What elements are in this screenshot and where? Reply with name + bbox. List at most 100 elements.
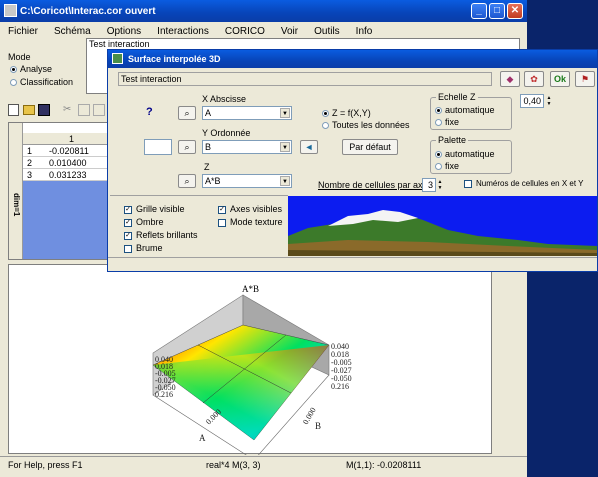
plot-area: A*B 0.040 0.018 -0.005 -0.027 -0.050 0.2… bbox=[8, 264, 492, 461]
col-header: 1 bbox=[69, 134, 75, 144]
radio-icon bbox=[10, 79, 17, 87]
echelle-spinner[interactable]: ▲ ▼ bbox=[545, 95, 553, 107]
menu-interactions[interactable]: Interactions bbox=[149, 26, 217, 37]
table-row[interactable]: 2 0.010400 bbox=[23, 157, 109, 169]
dialog-name-field[interactable]: Test interaction bbox=[118, 72, 492, 86]
x-select[interactable]: A ▼ bbox=[202, 106, 292, 120]
blank-field[interactable] bbox=[144, 139, 172, 155]
main-title: C:\Coricot\Interac.cor ouvert bbox=[20, 5, 156, 17]
check-icon: ✓ bbox=[124, 231, 132, 240]
menu-options[interactable]: Options bbox=[99, 26, 149, 37]
menu-info[interactable]: Info bbox=[348, 26, 381, 37]
y-label: Y Ordonnée bbox=[202, 128, 251, 138]
radio-icon bbox=[10, 66, 17, 74]
binoculars-icon[interactable]: ⌕ bbox=[178, 174, 196, 188]
minimize-button[interactable]: _ bbox=[471, 3, 487, 19]
copy-icon[interactable] bbox=[78, 104, 90, 116]
dim-label: dim=1 bbox=[12, 193, 21, 217]
ombre-checkbox[interactable]: ✓ Ombre bbox=[124, 217, 164, 227]
save-icon[interactable] bbox=[38, 104, 50, 116]
status-help: For Help, press F1 bbox=[8, 460, 83, 470]
table-row[interactable]: 3 0.031233 bbox=[23, 169, 109, 181]
ok-button[interactable]: Ok bbox=[550, 71, 570, 87]
z-mode-fxy[interactable]: Z = f(X,Y) bbox=[322, 108, 371, 118]
radio-icon bbox=[322, 110, 329, 118]
table-view: dim=1 1 1 -0.020811 2 0.010400 3 0.03123… bbox=[8, 122, 109, 260]
dialog-footer bbox=[108, 257, 597, 271]
check-icon: ✓ bbox=[124, 205, 132, 214]
menu-outils[interactable]: Outils bbox=[306, 26, 348, 37]
table-row[interactable]: 1 -0.020811 bbox=[23, 145, 109, 157]
check-icon: ✓ bbox=[124, 218, 132, 227]
y-select[interactable]: B ▼ bbox=[202, 140, 292, 154]
binoculars-icon[interactable]: ⌕ bbox=[178, 106, 196, 120]
menu-fichier[interactable]: Fichier bbox=[0, 26, 46, 37]
open-icon[interactable] bbox=[23, 105, 35, 115]
z-mode-all[interactable]: Toutes les données bbox=[322, 120, 410, 130]
binoculars-icon[interactable]: ⌕ bbox=[178, 140, 196, 154]
mode-panel: Mode Analyse Classification bbox=[4, 40, 86, 95]
eraser-icon[interactable]: ◆ bbox=[500, 71, 520, 87]
table-side-strip: dim=1 bbox=[9, 123, 23, 259]
close-button[interactable]: ✕ bbox=[507, 3, 523, 19]
echelle-group: Echelle Z automatique fixe bbox=[430, 92, 512, 130]
table-header: 1 bbox=[23, 133, 109, 145]
new-icon[interactable] bbox=[8, 104, 19, 116]
chevron-down-icon: ▼ bbox=[280, 142, 290, 152]
paste-icon[interactable] bbox=[93, 104, 105, 116]
z-select[interactable]: A*B ▼ bbox=[202, 174, 292, 188]
cells-label: Nombre de cellules par axe bbox=[318, 180, 428, 190]
palette-fixe[interactable]: fixe bbox=[435, 161, 459, 171]
tab-label[interactable]: Test interaction bbox=[89, 39, 150, 49]
chevron-down-icon: ▼ bbox=[280, 176, 290, 186]
landscape-image bbox=[288, 210, 597, 256]
menu-schema[interactable]: Schéma bbox=[46, 26, 99, 37]
checkbox-icon bbox=[218, 218, 226, 227]
status-cell: M(1,1): -0.0208111 bbox=[346, 460, 422, 470]
echelle-fixe[interactable]: fixe bbox=[435, 117, 459, 127]
echelle-value[interactable]: 0,40 bbox=[520, 94, 544, 108]
surface-dialog: Surface interpolée 3D Test interaction ◆… bbox=[107, 49, 598, 272]
status-matrix: real*4 M(3, 3) bbox=[206, 460, 261, 470]
status-bar: For Help, press F1 real*4 M(3, 3) M(1,1)… bbox=[0, 456, 527, 477]
texture-preview bbox=[288, 196, 597, 256]
reflets-checkbox[interactable]: ✓ Reflets brillants bbox=[124, 230, 198, 240]
radio-icon bbox=[435, 107, 442, 115]
axes-checkbox[interactable]: ✓ Axes visibles bbox=[218, 204, 282, 214]
help-question[interactable]: ? bbox=[146, 106, 153, 118]
cell-numbers-checkbox[interactable]: Numéros de cellules en X et Y bbox=[464, 179, 583, 188]
mode-analyse[interactable]: Analyse bbox=[10, 64, 52, 74]
app-icon bbox=[4, 4, 17, 17]
texture-checkbox[interactable]: Mode texture bbox=[218, 217, 283, 227]
checkbox-icon bbox=[124, 244, 132, 253]
palette-title: Palette bbox=[436, 135, 469, 145]
exit-icon[interactable]: ⚑ bbox=[575, 71, 595, 87]
options-panel: ✓ Grille visible ✓ Ombre ✓ Reflets brillant… bbox=[110, 195, 288, 257]
z-axis-title: A*B bbox=[242, 284, 259, 294]
palette-auto[interactable]: automatique bbox=[435, 149, 495, 159]
brume-checkbox[interactable]: Brume bbox=[124, 243, 163, 253]
main-title-bar[interactable]: C:\Coricot\Interac.cor ouvert _ □ ✕ bbox=[0, 0, 527, 22]
cut-icon[interactable]: ✂ bbox=[63, 104, 75, 116]
maximize-button[interactable]: □ bbox=[489, 3, 505, 19]
dialog-title: Surface interpolée 3D bbox=[128, 54, 221, 64]
left-tick: 0.216 bbox=[155, 390, 173, 399]
default-button[interactable]: Par défaut bbox=[342, 139, 398, 155]
right-tick: 0.216 bbox=[331, 382, 349, 391]
mode-classification[interactable]: Classification bbox=[10, 77, 73, 87]
palette-icon[interactable]: ✿ bbox=[524, 71, 544, 87]
palette-group: Palette automatique fixe bbox=[430, 135, 512, 174]
a-axis-label: A bbox=[199, 433, 206, 443]
dialog-title-bar[interactable]: Surface interpolée 3D bbox=[108, 50, 597, 68]
cells-input[interactable]: 3 bbox=[422, 178, 436, 192]
z-label: Z bbox=[204, 162, 210, 172]
menu-voir[interactable]: Voir bbox=[273, 26, 306, 37]
cells-spinner[interactable]: ▲ ▼ bbox=[436, 179, 444, 191]
radio-icon bbox=[435, 119, 442, 127]
menu-corico[interactable]: CORICO bbox=[217, 26, 273, 37]
arrow-left-icon[interactable]: ◄ bbox=[300, 140, 318, 154]
grille-checkbox[interactable]: ✓ Grille visible bbox=[124, 204, 185, 214]
radio-icon bbox=[435, 151, 442, 159]
echelle-auto[interactable]: automatique bbox=[435, 105, 495, 115]
surface-plot: A*B 0.040 0.018 -0.005 -0.027 -0.050 0.2… bbox=[152, 284, 352, 461]
